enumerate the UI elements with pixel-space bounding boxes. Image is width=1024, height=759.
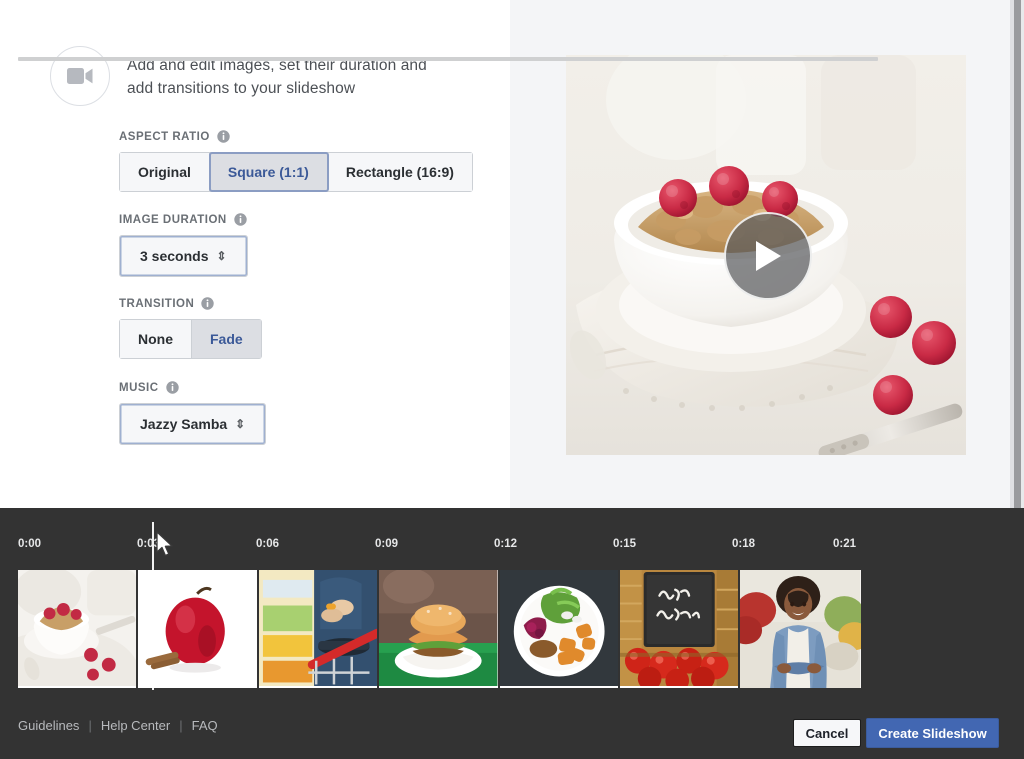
- timeline-track[interactable]: [18, 57, 878, 61]
- aspect-ratio-option-rectangle[interactable]: Rectangle (16:9): [327, 153, 472, 191]
- footer-links: Guidelines | Help Center | FAQ: [18, 718, 218, 733]
- timeline-tick: 0:09: [375, 538, 399, 550]
- timeline-tick: 0:12: [494, 538, 518, 550]
- timeline-ruler[interactable]: 0:00 0:03 0:06 0:09 0:12 0:15 0:18 0:21: [18, 538, 878, 564]
- info-icon[interactable]: [217, 130, 230, 143]
- timeline-thumbnail[interactable]: [379, 570, 500, 688]
- timeline-thumbnail[interactable]: [138, 570, 259, 688]
- timeline-tick: 0:18: [732, 538, 756, 550]
- guidelines-link[interactable]: Guidelines: [18, 718, 79, 733]
- aspect-ratio-option-original[interactable]: Original: [120, 153, 210, 191]
- create-slideshow-button[interactable]: Create Slideshow: [866, 718, 999, 748]
- timeline-thumbnail[interactable]: [619, 570, 741, 688]
- aspect-ratio-button-group[interactable]: Original Square (1:1) Rectangle (16:9): [119, 152, 473, 192]
- aspect-ratio-label: ASPECT RATIO: [119, 130, 473, 143]
- slideshow-editor-dialog: Add and edit images, set their duration …: [0, 0, 1024, 759]
- timeline-thumbnail-strip[interactable]: [18, 570, 861, 688]
- timeline-tick: 0:15: [613, 538, 637, 550]
- settings-panel: Add and edit images, set their duration …: [0, 0, 510, 508]
- mouse-cursor: [156, 531, 173, 557]
- timeline-thumbnail[interactable]: [18, 570, 139, 688]
- link-separator: |: [88, 718, 92, 733]
- transition-option-fade[interactable]: Fade: [192, 320, 261, 358]
- chevron-updown-icon: ⇕: [216, 249, 227, 263]
- image-duration-label: IMAGE DURATION: [119, 213, 248, 226]
- aspect-ratio-label-text: ASPECT RATIO: [119, 130, 210, 143]
- play-button[interactable]: [724, 212, 812, 300]
- info-icon[interactable]: [234, 213, 247, 226]
- description-line-2: add transitions to your slideshow: [127, 80, 356, 97]
- cancel-button[interactable]: Cancel: [793, 719, 861, 747]
- video-camera-icon: [50, 46, 110, 106]
- music-section: MUSIC Jazzy Samba ⇕: [119, 381, 267, 445]
- scrollbar[interactable]: [1010, 0, 1024, 508]
- timeline-tick: 0:21: [833, 538, 857, 550]
- faq-link[interactable]: FAQ: [192, 718, 218, 733]
- music-value: Jazzy Samba: [140, 416, 228, 432]
- transition-label-text: TRANSITION: [119, 297, 195, 310]
- aspect-ratio-option-square[interactable]: Square (1:1): [208, 152, 329, 192]
- image-duration-value: 3 seconds: [140, 248, 209, 264]
- music-select[interactable]: Jazzy Samba ⇕: [119, 403, 267, 445]
- link-separator: |: [179, 718, 183, 733]
- play-icon: [756, 241, 781, 271]
- timeline-tick: 0:00: [18, 538, 42, 550]
- chevron-updown-icon: ⇕: [235, 417, 246, 431]
- timeline-thumbnail[interactable]: [258, 570, 380, 688]
- transition-label: TRANSITION: [119, 297, 262, 310]
- image-duration-label-text: IMAGE DURATION: [119, 213, 227, 226]
- music-label-text: MUSIC: [119, 381, 159, 394]
- info-icon[interactable]: [201, 297, 214, 310]
- editor-top-area: Add and edit images, set their duration …: [0, 0, 1024, 508]
- transition-section: TRANSITION None Fade: [119, 297, 262, 359]
- info-icon[interactable]: [165, 381, 179, 394]
- transition-button-group[interactable]: None Fade: [119, 319, 262, 359]
- help-center-link[interactable]: Help Center: [101, 718, 170, 733]
- transition-option-none[interactable]: None: [120, 320, 192, 358]
- image-duration-select[interactable]: 3 seconds ⇕: [119, 235, 248, 277]
- timeline-thumbnail[interactable]: [740, 570, 861, 688]
- panel-header: Add and edit images, set their duration …: [50, 46, 480, 106]
- image-duration-section: IMAGE DURATION 3 seconds ⇕: [119, 213, 248, 277]
- timeline-tick: 0:06: [256, 538, 280, 550]
- timeline-thumbnail[interactable]: [499, 570, 620, 688]
- music-label: MUSIC: [119, 381, 266, 394]
- aspect-ratio-section: ASPECT RATIO Original Square (1:1) Recta…: [119, 130, 473, 192]
